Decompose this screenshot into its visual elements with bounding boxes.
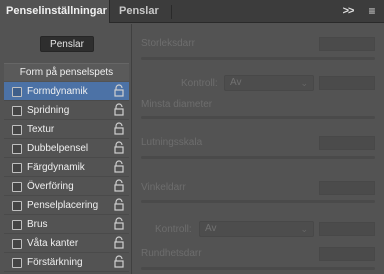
- lock-icon[interactable]: [113, 141, 125, 155]
- panel-divider: [131, 24, 132, 274]
- control-value-field[interactable]: [319, 222, 375, 236]
- option-checkbox[interactable]: [12, 144, 22, 154]
- option-checkbox[interactable]: [12, 239, 22, 249]
- option-label: Våta kanter: [27, 238, 79, 249]
- lock-icon[interactable]: [113, 103, 125, 117]
- brush-options-panel: Penslar Form på penselspets Formdynamik …: [0, 24, 132, 274]
- control-select-value: Av: [205, 223, 217, 234]
- lock-icon[interactable]: [113, 255, 125, 269]
- tilt-scale-slider[interactable]: [141, 156, 375, 159]
- roundness-jitter-slider[interactable]: [141, 267, 375, 270]
- option-checkbox[interactable]: [12, 106, 22, 116]
- minimum-diameter-label: Minsta diameter: [141, 99, 213, 110]
- option-label: Spridning: [27, 105, 70, 116]
- shape-dynamics-settings: Storleksdarr Kontroll: Av ⌄ Minsta diame…: [133, 24, 384, 274]
- roundness-jitter-field[interactable]: [319, 247, 375, 261]
- lock-icon[interactable]: [113, 160, 125, 174]
- option-scattering[interactable]: Spridning: [4, 101, 129, 120]
- option-brush-pose[interactable]: Penselplacering: [4, 196, 129, 215]
- option-dual-brush[interactable]: Dubbelpensel: [4, 139, 129, 158]
- chevron-down-icon: ⌄: [300, 78, 308, 88]
- option-label: Formdynamik: [27, 86, 88, 97]
- collapse-panel-icon[interactable]: >>: [338, 0, 358, 23]
- panel-menu-icon[interactable]: ≡: [362, 0, 382, 23]
- brush-tip-shape-item[interactable]: Form på penselspets: [4, 63, 129, 81]
- option-label: Penselplacering: [27, 200, 99, 211]
- control-select-value: Av: [230, 77, 242, 88]
- option-texture[interactable]: Textur: [4, 120, 129, 139]
- panel-tab-bar: Penselinställningar Penslar >> ≡: [0, 0, 384, 23]
- option-checkbox[interactable]: [12, 258, 22, 268]
- lock-icon[interactable]: [113, 236, 125, 250]
- option-checkbox[interactable]: [12, 182, 22, 192]
- lock-icon[interactable]: [113, 198, 125, 212]
- size-jitter-label: Storleksdarr: [141, 38, 195, 49]
- size-jitter-slider[interactable]: [141, 57, 375, 60]
- tilt-scale-field[interactable]: [319, 136, 375, 150]
- control-value-field[interactable]: [319, 76, 375, 90]
- angle-jitter-field[interactable]: [319, 181, 375, 195]
- lock-icon[interactable]: [113, 84, 125, 98]
- option-checkbox[interactable]: [12, 163, 22, 173]
- option-checkbox[interactable]: [12, 87, 22, 97]
- control-label: Kontroll:: [155, 224, 192, 235]
- option-checkbox[interactable]: [12, 220, 22, 230]
- chevron-down-icon: ⌄: [300, 224, 308, 234]
- option-wet-edges[interactable]: Våta kanter: [4, 234, 129, 253]
- lock-icon[interactable]: [113, 179, 125, 193]
- option-label: Brus: [27, 219, 48, 230]
- option-label: Färgdynamik: [27, 162, 85, 173]
- option-label: Förstärkning: [27, 257, 83, 268]
- option-checkbox[interactable]: [12, 125, 22, 135]
- control-label: Kontroll:: [181, 78, 218, 89]
- lock-icon[interactable]: [113, 217, 125, 231]
- option-build-up[interactable]: Förstärkning: [4, 253, 129, 272]
- option-shape-dynamics[interactable]: Formdynamik: [4, 82, 129, 101]
- roundness-jitter-label: Rundhetsdarr: [141, 248, 202, 259]
- option-label: Överföring: [27, 181, 74, 192]
- angle-jitter-slider[interactable]: [141, 200, 375, 203]
- minimum-diameter-slider[interactable]: [141, 116, 375, 119]
- tab-brushes[interactable]: Penslar: [111, 0, 171, 23]
- option-label: Dubbelpensel: [27, 143, 89, 154]
- option-color-dynamics[interactable]: Färgdynamik: [4, 158, 129, 177]
- option-transfer[interactable]: Överföring: [4, 177, 129, 196]
- option-label: Textur: [27, 124, 55, 135]
- tab-divider: [171, 5, 172, 19]
- tab-brush-settings[interactable]: Penselinställningar: [0, 0, 110, 23]
- option-checkbox[interactable]: [12, 201, 22, 211]
- angle-jitter-label: Vinkeldarr: [141, 182, 186, 193]
- brush-options-list: Formdynamik Spridning Textur Dubbelpense…: [4, 82, 129, 272]
- lock-icon[interactable]: [113, 122, 125, 136]
- size-jitter-field[interactable]: [319, 37, 375, 51]
- brushes-button[interactable]: Penslar: [40, 36, 94, 52]
- tilt-scale-label: Lutningsskala: [141, 137, 203, 148]
- control-select[interactable]: Av ⌄: [199, 221, 314, 237]
- control-select[interactable]: Av ⌄: [224, 75, 314, 91]
- option-noise[interactable]: Brus: [4, 215, 129, 234]
